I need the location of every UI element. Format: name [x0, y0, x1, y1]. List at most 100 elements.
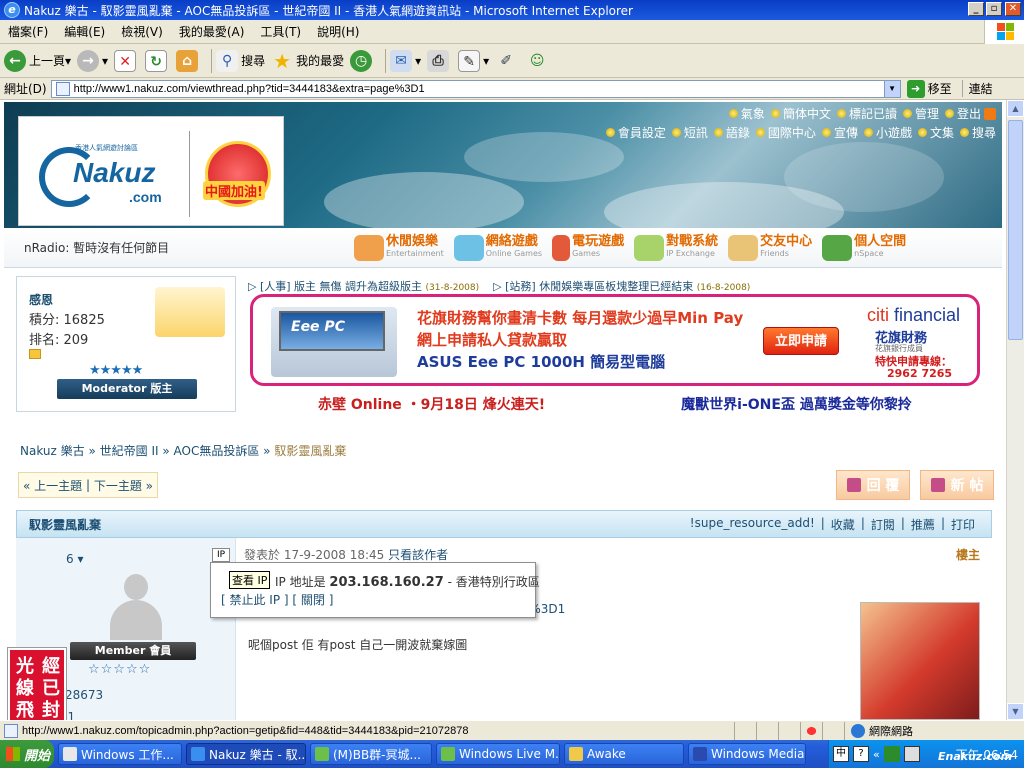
- nav-online-games[interactable]: 網絡遊戲 Online Games: [453, 234, 542, 261]
- nav-ip-exchange[interactable]: 對戰系統 IP Exchange: [634, 234, 718, 261]
- joystick-icon: [552, 234, 571, 261]
- breadcrumb-forum[interactable]: AOC無品投訴區: [174, 444, 260, 458]
- status-bar: http://www1.nakuz.com/topicadmin.php?act…: [0, 720, 1024, 740]
- promo-link[interactable]: 宣傳: [821, 124, 858, 141]
- home-button[interactable]: ⌂: [176, 49, 201, 72]
- task-awake[interactable]: Awake: [564, 743, 684, 765]
- favorite-link[interactable]: 收藏: [825, 516, 861, 533]
- menu-tools[interactable]: 工具(T): [252, 23, 309, 40]
- announcement-item[interactable]: ▷ [人事] 版主 無傷 調升為超級版主 (31-8-2008): [248, 278, 479, 294]
- user-rank: 排名: 209: [29, 333, 89, 348]
- site-logo[interactable]: 香港人氣網遊討論區 Nakuz .com 中國加油!: [18, 116, 284, 226]
- stop-button[interactable]: ✕: [114, 49, 139, 72]
- nav-friends[interactable]: 交友中心 Friends: [728, 234, 812, 261]
- search-button[interactable]: ⚲ 搜尋: [216, 49, 265, 72]
- moderator-badge: Moderator 版主: [57, 379, 197, 399]
- user-avatar[interactable]: [155, 287, 225, 337]
- address-dropdown-icon[interactable]: ▼: [883, 80, 900, 97]
- international-link[interactable]: 國際中心: [755, 124, 816, 141]
- favorites-button[interactable]: ★ 我的最愛: [271, 50, 344, 72]
- new-post-button[interactable]: 新 帖: [920, 470, 994, 500]
- forward-arrow-icon: →: [77, 49, 100, 72]
- mark-read-link[interactable]: 標記已讀: [836, 105, 897, 122]
- links-button[interactable]: 連結: [961, 80, 993, 97]
- discuss-button[interactable]: ✐: [495, 50, 520, 72]
- prev-topic-link[interactable]: « 上一主題: [23, 477, 82, 494]
- forward-button[interactable]: → ▾: [77, 49, 108, 72]
- member-stars: ☆☆☆☆☆: [88, 662, 152, 677]
- ie-icon: [191, 747, 205, 761]
- task-windows-media[interactable]: Windows Media ...: [688, 743, 806, 765]
- vertical-scrollbar[interactable]: ▲ ▼: [1006, 100, 1024, 720]
- reply-button[interactable]: 回 覆: [836, 470, 910, 500]
- articles-link[interactable]: 文集: [917, 124, 954, 141]
- nav-nspace[interactable]: 個人空間 nSpace: [822, 234, 906, 261]
- status-cell: [822, 721, 844, 740]
- simplified-chinese-link[interactable]: 簡体中文: [770, 105, 831, 122]
- network-icon[interactable]: [883, 746, 900, 762]
- weather-link[interactable]: 氣象: [728, 105, 765, 122]
- menu-favorites[interactable]: 我的最愛(A): [171, 23, 253, 40]
- scroll-down-icon[interactable]: ▼: [1007, 703, 1024, 720]
- ime-icon[interactable]: 中: [833, 746, 849, 762]
- tray-expand-icon[interactable]: «: [873, 748, 880, 761]
- print-button[interactable]: ⎙: [427, 49, 452, 72]
- logout-link[interactable]: 登出: [944, 105, 996, 122]
- breadcrumb-home[interactable]: Nakuz 樂古: [20, 444, 85, 458]
- mail-button[interactable]: ✉ ▾: [390, 49, 421, 72]
- help-icon[interactable]: ?: [853, 746, 869, 762]
- apply-now-button[interactable]: 立即申請: [763, 327, 839, 355]
- close-button[interactable]: ✕: [1005, 2, 1021, 16]
- back-button[interactable]: ← 上一頁 ▾: [4, 49, 71, 72]
- edit-button[interactable]: ✎ ▾: [458, 49, 489, 72]
- ban-ip-link[interactable]: [ 禁止此 IP ]: [221, 593, 289, 607]
- recommend-link[interactable]: 推薦: [905, 516, 941, 533]
- minigames-link[interactable]: 小遊戲: [863, 124, 912, 141]
- watermark: Enakuz.com: [938, 750, 1013, 763]
- scroll-up-icon[interactable]: ▲: [1007, 100, 1024, 117]
- maximize-button[interactable]: ▫: [986, 2, 1002, 16]
- next-topic-link[interactable]: 下一主題 »: [94, 477, 153, 494]
- menu-help[interactable]: 說明(H): [309, 23, 367, 40]
- messenger-button[interactable]: ☺: [526, 50, 551, 72]
- start-button[interactable]: 開始: [0, 740, 54, 768]
- task-msn-group[interactable]: (M)BB群-冥城...: [310, 743, 432, 765]
- citi-ad-banner[interactable]: Eee PC 花旗財務幫你畫清卡數 每月還款少過早Min Pay 網上申請私人貸…: [250, 294, 980, 386]
- only-author-link[interactable]: 只看該作者: [388, 548, 448, 562]
- task-windows-live[interactable]: Windows Live M...: [436, 743, 560, 765]
- user-flag-icon: [29, 349, 41, 359]
- menu-view[interactable]: 檢視(V): [113, 23, 171, 40]
- go-button[interactable]: ➜ 移至: [906, 79, 952, 98]
- print-link[interactable]: 打印: [945, 516, 981, 533]
- admin-link[interactable]: 管理: [902, 105, 939, 122]
- address-input[interactable]: http://www1.nakuz.com/viewthread.php?tid…: [50, 79, 901, 98]
- minimize-button[interactable]: _: [968, 2, 984, 16]
- announcement-item[interactable]: ▷ [站務] 休閒娛樂專區板塊整理已經結束 (16-8-2008): [493, 278, 750, 294]
- menu-edit[interactable]: 編輯(E): [56, 23, 113, 40]
- search-link[interactable]: 搜尋: [959, 124, 996, 141]
- quotes-link[interactable]: 語錄: [713, 124, 750, 141]
- ip-button[interactable]: IP: [212, 548, 230, 562]
- volume-icon[interactable]: [903, 746, 920, 762]
- refresh-button[interactable]: ↻: [145, 49, 170, 72]
- pm-link[interactable]: 短訊: [671, 124, 708, 141]
- task-windows-explorer[interactable]: Windows 工作...: [58, 743, 182, 765]
- history-button[interactable]: ◷: [350, 49, 375, 72]
- task-ie-nakuz[interactable]: Nakuz 樂古 - 馭...: [186, 743, 306, 765]
- nspace-icon: [822, 234, 853, 261]
- ad-link-chibi[interactable]: 赤壁 Online ・9月18日 烽火連天!: [318, 394, 545, 414]
- nav-entertainment[interactable]: 休閒娛樂 Entertainment: [354, 234, 444, 261]
- member-settings-link[interactable]: 會員設定: [605, 124, 666, 141]
- resource-add-link[interactable]: !supe_resource_add!: [684, 516, 821, 533]
- post-author-name[interactable]: 6 ▾: [66, 552, 83, 566]
- subscribe-link[interactable]: 訂閱: [865, 516, 901, 533]
- popup-blocked-icon: [800, 721, 822, 740]
- nav-games[interactable]: 電玩遊戲 Games: [552, 234, 624, 261]
- scroll-thumb[interactable]: [1008, 120, 1023, 340]
- close-popup-link[interactable]: [ 關閉 ]: [292, 593, 333, 607]
- menu-file[interactable]: 檔案(F): [0, 23, 56, 40]
- breadcrumb-aoe2[interactable]: 世紀帝國 II: [100, 444, 159, 458]
- username-link[interactable]: 感恩: [29, 291, 53, 308]
- floating-ad-badge[interactable]: 光線飛車 經已封測: [7, 647, 67, 720]
- ad-link-wow[interactable]: 魔獸世界i-ONE盃 過萬獎金等你黎拎: [681, 394, 912, 414]
